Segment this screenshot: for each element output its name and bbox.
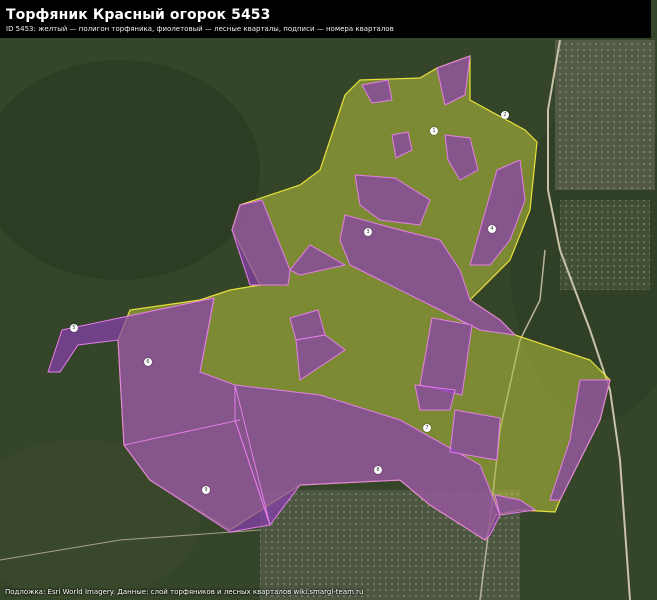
satellite-basemap xyxy=(0,0,657,600)
map-view[interactable]: 1 2 3 4 5 6 7 8 9 Торфяник Красный огоро… xyxy=(0,0,657,600)
quarter-label-1: 1 xyxy=(430,127,438,135)
quarter-label-7: 7 xyxy=(423,424,431,432)
quarter-label-2: 2 xyxy=(501,111,509,119)
map-header: Торфяник Красный огорок 5453 ID 5453: же… xyxy=(0,0,651,38)
map-attribution: Подложка: Esri World Imagery. Данные: сл… xyxy=(5,588,364,596)
quarter-label-9: 9 xyxy=(202,486,210,494)
quarter-label-5: 5 xyxy=(70,324,78,332)
forest-quarter-east-small[interactable] xyxy=(414,384,456,411)
quarter-label-6: 6 xyxy=(144,358,152,366)
quarter-label-3: 3 xyxy=(364,228,372,236)
quarter-label-8: 8 xyxy=(374,466,382,474)
map-title: Торфяник Красный огорок 5453 xyxy=(6,7,271,23)
quarter-label-4: 4 xyxy=(488,225,496,233)
forest-quarter-se-rect[interactable] xyxy=(449,409,501,461)
map-subtitle: ID 5453: желтый — полигон торфяника, фио… xyxy=(6,25,394,33)
